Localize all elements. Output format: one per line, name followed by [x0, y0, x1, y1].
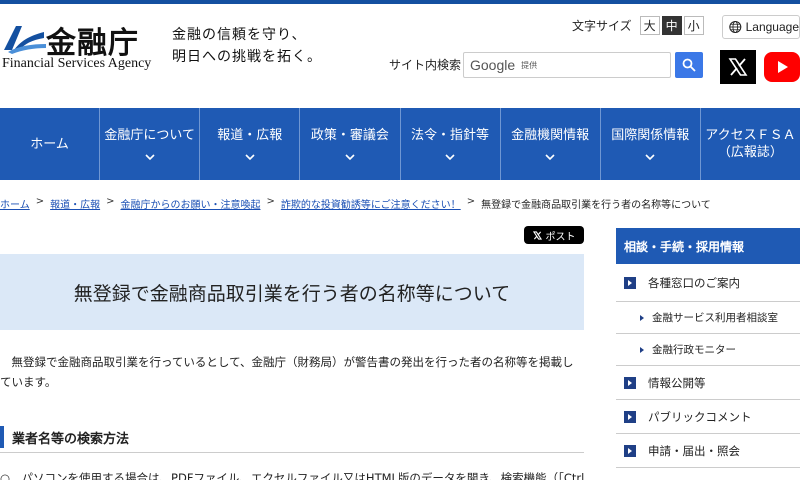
breadcrumb-separator: > — [266, 196, 275, 207]
google-brand-text: Google — [470, 57, 516, 73]
chevron-down-icon — [445, 153, 455, 160]
triangle-right-icon — [640, 346, 644, 353]
sidenav-item-label: 金融行政モニター — [652, 344, 736, 356]
sidenav-heading: 相談・手続・採用情報 — [616, 228, 800, 264]
tagline-line-2: 明日への挑戦を拓く。 — [172, 49, 322, 65]
global-nav: ホーム 金融庁について 報道・広報 政策・審議会 法令・指針等 金融機関情報 国… — [0, 108, 800, 180]
breadcrumb: ホーム > 報道・広報 > 金融庁からのお願い・注意喚起 > 詐欺的な投資勧誘等… — [0, 196, 711, 211]
chevron-down-icon — [645, 153, 655, 160]
font-size-switcher: 文字サイズ 大 中 小 — [572, 16, 704, 35]
gnav-label: 法令・指針等 — [411, 127, 490, 143]
breadcrumb-home[interactable]: ホーム — [0, 196, 30, 211]
breadcrumb-fraud-warning[interactable]: 詐欺的な投資勧誘等にご注意ください！ — [281, 196, 461, 211]
youtube-link-button[interactable] — [764, 52, 800, 82]
chevron-down-icon — [545, 153, 555, 160]
font-size-large-button[interactable]: 大 — [639, 16, 660, 35]
font-size-small-button[interactable]: 小 — [683, 16, 704, 35]
fsa-emblem-icon — [4, 26, 46, 54]
section-body-text: ○ パソコンを使用する場合は、PDFファイル、エクセルファイル又はHTML版のデ… — [0, 471, 584, 480]
youtube-icon — [778, 61, 788, 73]
tagline: 金融の信頼を守り、 明日への挑戦を拓く。 — [172, 24, 322, 68]
gnav-laws[interactable]: 法令・指針等 — [401, 108, 501, 180]
gnav-label: 金融機関情報 — [511, 127, 590, 143]
site-search-label: サイト内検索 — [389, 58, 462, 72]
gnav-label: 金融庁について — [104, 127, 195, 143]
triangle-right-icon — [640, 314, 644, 321]
gnav-about[interactable]: 金融庁について — [100, 108, 201, 180]
sidenav-item-disclosure[interactable]: 情報公開等 — [616, 366, 800, 400]
language-button[interactable]: Language — [722, 15, 800, 39]
sidenav-item-label: 各種窓口のご案内 — [648, 275, 740, 290]
intro-text: 無登録で金融商品取引業を行っているとして、金融庁（財務局）が警告書の発出を行った… — [0, 355, 574, 389]
x-logo-icon — [532, 230, 542, 240]
x-logo-icon — [728, 58, 748, 76]
breadcrumb-separator: > — [106, 196, 115, 207]
arrow-right-icon — [624, 376, 636, 389]
gnav-label: 政策・審議会 — [310, 127, 389, 143]
breadcrumb-separator: > — [466, 196, 476, 207]
x-link-button[interactable] — [720, 50, 756, 84]
chevron-down-icon — [245, 153, 255, 160]
arrow-right-icon — [624, 444, 636, 457]
breadcrumb-separator: > — [35, 196, 45, 207]
breadcrumb-press[interactable]: 報道・広報 — [50, 196, 100, 211]
font-size-label: 文字サイズ — [572, 19, 632, 33]
breadcrumb-current: 無登録で金融商品取引業を行う者の名称等について — [481, 200, 711, 211]
chevron-down-icon — [145, 153, 155, 160]
sidenav-item-label: 情報公開等 — [648, 375, 706, 390]
arrow-right-icon — [624, 410, 636, 423]
google-provided-text: 提供 — [521, 60, 538, 70]
fsa-logo[interactable]: 金融庁 Financial Services Agency — [2, 20, 162, 72]
x-post-label: ポスト — [545, 231, 576, 243]
logo-english-text: Financial Services Agency — [2, 56, 152, 71]
gnav-press[interactable]: 報道・広報 — [200, 108, 301, 180]
top-accent-bar — [0, 0, 800, 4]
sidenav-item-public-comment[interactable]: パブリックコメント — [616, 400, 800, 434]
search-input[interactable]: Google 提供 — [463, 52, 671, 78]
globe-icon — [729, 20, 742, 34]
breadcrumb-notices[interactable]: 金融庁からのお願い・注意喚起 — [120, 196, 260, 211]
arrow-right-icon — [624, 276, 636, 289]
gnav-label: 国際関係情報 — [611, 127, 690, 143]
gnav-home[interactable]: ホーム — [0, 108, 101, 180]
gnav-access-fsa[interactable]: アクセスＦＳＡ （広報誌） — [701, 108, 800, 180]
font-size-medium-button[interactable]: 中 — [661, 16, 682, 35]
sidenav-item-label: 申請・届出・照会 — [648, 443, 740, 458]
sidenav-subitem-monitor[interactable]: 金融行政モニター — [616, 334, 800, 366]
sidenav-item-contact[interactable]: 各種窓口のご案内 — [616, 264, 800, 302]
gnav-institutions[interactable]: 金融機関情報 — [501, 108, 601, 180]
search-button[interactable] — [675, 52, 703, 78]
language-label: Language — [745, 20, 799, 34]
section-divider — [0, 452, 584, 453]
tagline-line-1: 金融の信頼を守り、 — [172, 27, 307, 43]
sidenav-subitem-consultation[interactable]: 金融サービス利用者相談室 — [616, 302, 800, 334]
gnav-label: アクセスＦＳＡ （広報誌） — [705, 128, 796, 160]
section-heading: 業者名等の検索方法 — [0, 426, 584, 448]
gnav-label: 報道・広報 — [217, 127, 283, 143]
sidenav-item-label: パブリックコメント — [648, 409, 752, 424]
gnav-international[interactable]: 国際関係情報 — [601, 108, 701, 180]
page-title-box: 無登録で金融商品取引業を行う者の名称等について — [0, 254, 584, 330]
search-icon — [682, 58, 696, 72]
sidenav-item-label: 金融サービス利用者相談室 — [652, 312, 778, 324]
page-title: 無登録で金融商品取引業を行う者の名称等について — [73, 282, 511, 305]
sidenav-item-applications[interactable]: 申請・届出・照会 — [616, 434, 800, 468]
chevron-down-icon — [345, 153, 355, 160]
gnav-policy[interactable]: 政策・審議会 — [300, 108, 401, 180]
x-post-button[interactable]: ポスト — [524, 226, 584, 244]
gnav-label: ホーム — [30, 136, 69, 152]
